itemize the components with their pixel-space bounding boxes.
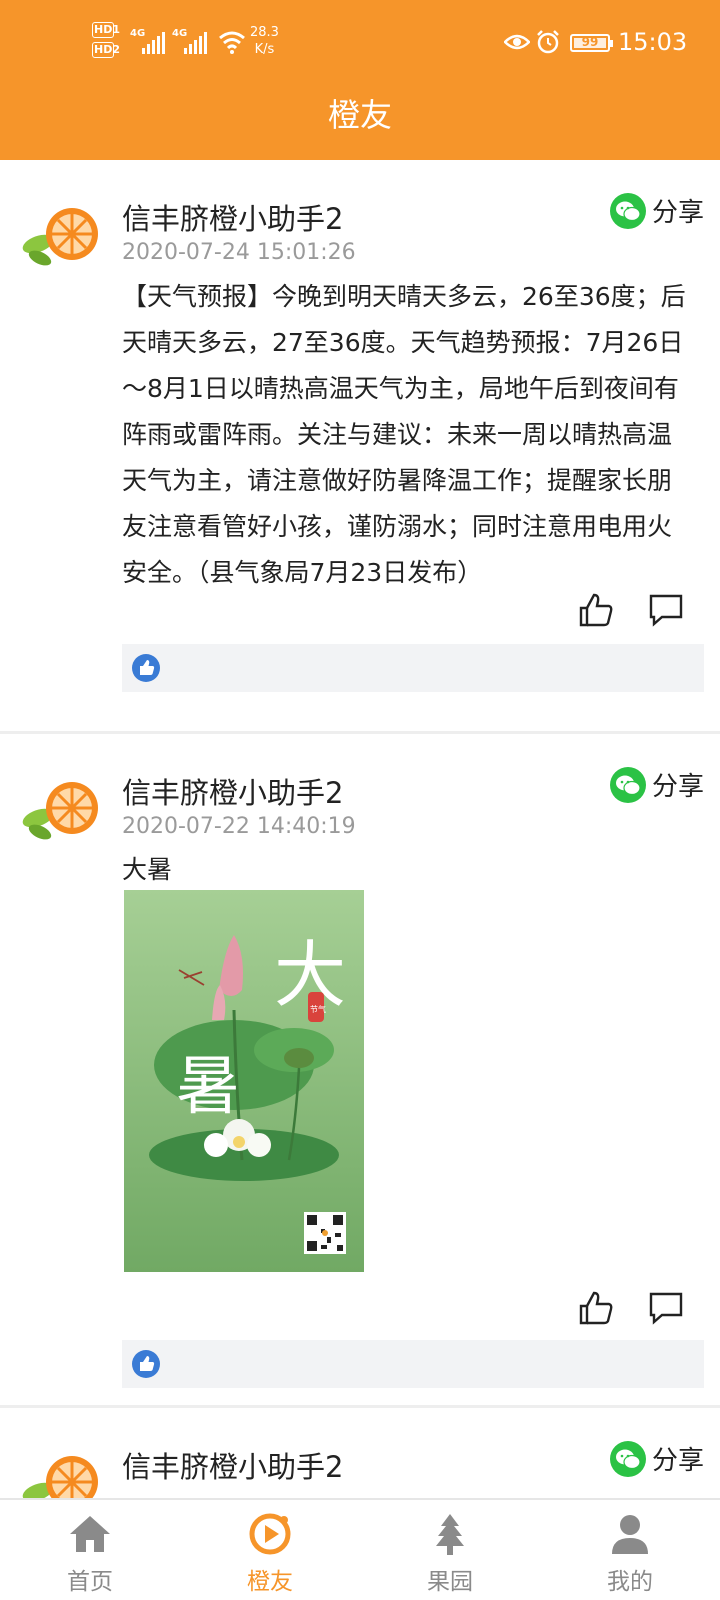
hd-badges: HD1 HD2 (92, 22, 126, 66)
share-label: 分享 (651, 772, 704, 802)
share-label: 分享 (651, 1446, 704, 1476)
nav-orchard[interactable]: 果园 (360, 1500, 540, 1600)
post-actions (578, 592, 684, 628)
feed-post: 信丰脐橙小助手2 分享 (0, 1408, 720, 1498)
wechat-icon (609, 192, 646, 229)
user-icon (612, 1515, 648, 1554)
feed-post: 信丰脐橙小助手2 分享 2020-07-22 14:40:19 大暑 大 暑 节… (0, 734, 720, 1408)
nav-chengyou-label: 橙友 (247, 1569, 293, 1595)
hd-badge-2: HD2 (92, 42, 120, 58)
home-icon (70, 1516, 110, 1552)
signal-icon: 4G (172, 28, 210, 54)
battery-icon: 99 (570, 34, 613, 52)
comment-button[interactable] (648, 1290, 684, 1326)
post-image[interactable]: 大 暑 节气 (124, 890, 364, 1272)
orange-avatar-icon[interactable] (20, 1452, 100, 1498)
network-speed: 28.3 K/s (250, 25, 279, 57)
lotus-poster-image: 大 暑 节气 (124, 890, 364, 1272)
orange-play-icon (249, 1513, 291, 1555)
hd-badge-1: HD1 (92, 22, 120, 38)
nav-me[interactable]: 我的 (540, 1500, 720, 1600)
app-header: HD1 HD2 4G 4G 28.3 K/s 99 15:03 橙友 (0, 0, 720, 160)
like-button[interactable] (578, 592, 614, 628)
like-thumb-icon (132, 654, 160, 682)
post-author[interactable]: 信丰脐橙小助手2 (122, 770, 343, 812)
post-timestamp: 2020-07-24 15:01:26 (122, 240, 356, 265)
nav-home-label: 首页 (67, 1569, 113, 1595)
post-actions (578, 1290, 684, 1326)
share-button[interactable]: 分享 (609, 1440, 704, 1477)
tree-icon (436, 1514, 464, 1555)
orange-avatar-icon[interactable] (20, 778, 100, 842)
feed-post: 信丰脐橙小助手2 分享 2020-07-24 15:01:26 【天气预报】今晚… (0, 160, 720, 734)
post-author[interactable]: 信丰脐橙小助手2 (122, 1444, 343, 1486)
nav-chengyou[interactable]: 橙友 (180, 1500, 360, 1600)
post-content: 大暑 (122, 855, 173, 884)
orange-avatar-icon[interactable] (20, 204, 100, 268)
share-button[interactable]: 分享 (609, 192, 704, 229)
likes-bar (122, 644, 704, 692)
like-thumb-icon (132, 1350, 160, 1378)
post-timestamp: 2020-07-22 14:40:19 (122, 814, 356, 839)
alarm-icon (537, 30, 559, 54)
status-bar: HD1 HD2 4G 4G 28.3 K/s 99 15:03 (0, 0, 720, 80)
nav-home[interactable]: 首页 (0, 1500, 180, 1600)
likes-bar (122, 1340, 704, 1388)
post-author[interactable]: 信丰脐橙小助手2 (122, 196, 343, 238)
nav-orchard-label: 果园 (427, 1569, 473, 1595)
status-time: 15:03 (618, 28, 688, 56)
share-label: 分享 (651, 198, 704, 228)
wechat-icon (609, 1440, 646, 1477)
nav-me-label: 我的 (607, 1569, 653, 1595)
comment-button[interactable] (648, 592, 684, 628)
share-button[interactable]: 分享 (609, 766, 704, 803)
bottom-nav: 首页 橙友 果园 我的 (0, 1498, 720, 1600)
eye-icon (504, 34, 530, 50)
wifi-icon (219, 31, 245, 54)
poster-big-char-2: 暑 (176, 1050, 240, 1122)
post-content: 【天气预报】今晚到明天晴天多云，26至36度；后天晴天多云，27至36度。天气趋… (122, 282, 686, 587)
like-button[interactable] (578, 1290, 614, 1326)
poster-seal: 节气 (310, 1004, 326, 1014)
page-title: 橙友 (327, 96, 392, 134)
signal-icon: 4G (130, 28, 168, 54)
wechat-icon (609, 766, 646, 803)
feed-list[interactable]: 信丰脐橙小助手2 分享 2020-07-24 15:01:26 【天气预报】今晚… (0, 160, 720, 1498)
